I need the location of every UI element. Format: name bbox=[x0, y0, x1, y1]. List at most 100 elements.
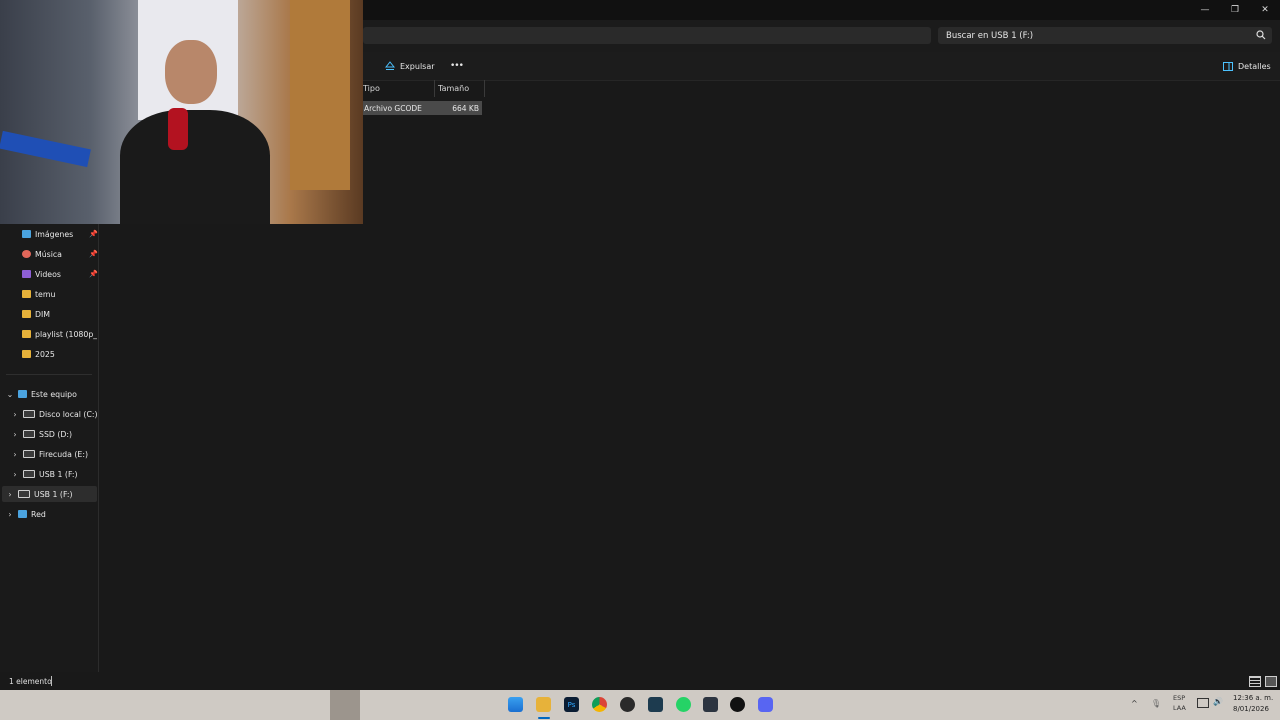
chevron-right-icon[interactable]: › bbox=[10, 410, 20, 419]
file-row[interactable]: Archivo GCODE 664 KB bbox=[363, 101, 482, 115]
chevron-right-icon[interactable]: › bbox=[10, 430, 20, 439]
chrome-icon[interactable] bbox=[592, 697, 607, 712]
eject-button[interactable]: Expulsar bbox=[385, 59, 435, 73]
sidebar-item-este-equipo[interactable]: ⌄ Este equipo bbox=[5, 386, 97, 402]
photoshop-icon[interactable]: Ps bbox=[564, 697, 579, 712]
restore-button[interactable]: ❐ bbox=[1220, 0, 1250, 20]
sidebar-item-label: Videos bbox=[35, 269, 61, 279]
file-explorer-icon[interactable] bbox=[536, 697, 551, 712]
item-count: 1 elemento bbox=[9, 677, 52, 686]
file-size: 664 KB bbox=[452, 104, 479, 113]
sidebar-item-temu[interactable]: temu bbox=[22, 286, 96, 302]
details-view-icon[interactable] bbox=[1249, 676, 1261, 687]
webcam-overlay bbox=[0, 0, 363, 224]
app-icon[interactable] bbox=[648, 697, 663, 712]
sidebar-item-label: Disco local (C:) bbox=[39, 409, 97, 419]
drive-icon bbox=[23, 410, 35, 418]
windows-start-icon[interactable] bbox=[508, 697, 523, 712]
close-button[interactable]: ✕ bbox=[1250, 0, 1280, 20]
app-icon[interactable] bbox=[730, 697, 745, 712]
sidebar-item-label: Imágenes bbox=[35, 229, 74, 239]
sidebar-item-imagenes[interactable]: Imágenes bbox=[22, 226, 96, 242]
door bbox=[290, 0, 350, 190]
pin-icon: 📌 bbox=[89, 250, 98, 258]
clock-date[interactable]: 8/01/2026 bbox=[1233, 705, 1269, 713]
sidebar-item-label: Firecuda (E:) bbox=[39, 449, 88, 459]
language-bottom[interactable]: LAA bbox=[1173, 704, 1186, 712]
network-status-icon[interactable] bbox=[1197, 698, 1209, 708]
column-divider[interactable] bbox=[484, 80, 485, 97]
active-app-indicator bbox=[538, 717, 550, 719]
sidebar-item-dim[interactable]: DIM bbox=[22, 306, 96, 322]
network-icon bbox=[18, 510, 27, 518]
sidebar-item-ssd-d[interactable]: › SSD (D:) bbox=[10, 426, 97, 442]
navigation-pane: Imágenes 📌 Música 📌 Videos 📌 temu DIM pl… bbox=[0, 224, 99, 672]
sidebar-item-usb-f-sub[interactable]: › USB 1 (F:) bbox=[10, 466, 97, 482]
sidebar-item-musica[interactable]: Música bbox=[22, 246, 96, 262]
sidebar-item-label: SSD (D:) bbox=[39, 429, 73, 439]
drive-icon bbox=[23, 450, 35, 458]
minimize-button[interactable]: — bbox=[1190, 0, 1220, 20]
sidebar-item-usb-f[interactable]: › USB 1 (F:) bbox=[2, 486, 97, 502]
chevron-down-icon[interactable]: ⌄ bbox=[5, 390, 15, 399]
sidebar-item-label: Este equipo bbox=[31, 389, 77, 399]
column-header-type[interactable]: Tipo bbox=[363, 80, 434, 97]
blue-light bbox=[0, 130, 91, 168]
drive-icon bbox=[23, 470, 35, 478]
sidebar-item-playlist[interactable]: playlist (1080p_aac bbox=[22, 326, 97, 342]
language-top[interactable]: ESP bbox=[1173, 694, 1185, 702]
sidebar-item-disco-c[interactable]: › Disco local (C:) bbox=[10, 406, 97, 422]
sidebar-item-label: USB 1 (F:) bbox=[39, 469, 78, 479]
microphone-icon[interactable]: 🎙 bbox=[1151, 699, 1161, 708]
microphone bbox=[168, 108, 188, 150]
more-icon: ••• bbox=[450, 61, 464, 71]
chevron-right-icon[interactable]: › bbox=[10, 450, 20, 459]
folder-icon bbox=[22, 350, 31, 358]
sidebar-item-2025[interactable]: 2025 bbox=[22, 346, 96, 362]
whatsapp-icon[interactable] bbox=[676, 697, 691, 712]
folder-icon bbox=[22, 290, 31, 298]
details-label: Detalles bbox=[1238, 61, 1271, 71]
drive-icon bbox=[23, 430, 35, 438]
status-bar: 1 elemento bbox=[0, 672, 1280, 690]
column-divider[interactable] bbox=[434, 80, 435, 97]
search-placeholder: Buscar en USB 1 (F:) bbox=[946, 31, 1034, 41]
eject-label: Expulsar bbox=[400, 61, 435, 71]
column-header-size[interactable]: Tamaño bbox=[438, 80, 484, 97]
close-icon: ✕ bbox=[1261, 5, 1269, 15]
details-button[interactable]: Detalles bbox=[1223, 59, 1271, 73]
minimize-icon: — bbox=[1200, 5, 1210, 15]
search-icon[interactable] bbox=[1256, 30, 1266, 40]
details-pane-icon bbox=[1223, 61, 1233, 71]
sidebar-item-firecuda-e[interactable]: › Firecuda (E:) bbox=[10, 446, 97, 462]
pin-icon: 📌 bbox=[89, 270, 98, 278]
usb-drive-icon bbox=[18, 490, 30, 498]
chevron-right-icon[interactable]: › bbox=[10, 470, 20, 479]
address-input[interactable] bbox=[363, 27, 931, 44]
discord-icon[interactable] bbox=[758, 697, 773, 712]
sidebar-item-label: temu bbox=[35, 289, 56, 299]
folder-icon bbox=[22, 330, 31, 338]
chevron-up-icon[interactable]: ^ bbox=[1131, 699, 1138, 708]
obs-icon[interactable] bbox=[620, 697, 635, 712]
sidebar-item-label: Música bbox=[35, 249, 62, 259]
person-head bbox=[165, 40, 217, 104]
sidebar-item-red[interactable]: › Red bbox=[5, 506, 97, 522]
volume-icon[interactable]: 🔊 bbox=[1213, 697, 1223, 706]
column-type-label: Tipo bbox=[363, 84, 380, 93]
more-options-button[interactable]: ••• bbox=[450, 59, 464, 73]
sidebar-item-label: playlist (1080p_aac bbox=[35, 329, 97, 339]
app-icon[interactable] bbox=[703, 697, 718, 712]
person-body bbox=[120, 110, 270, 224]
tiles-view-icon[interactable] bbox=[1265, 676, 1277, 687]
taskbar-blur-dark bbox=[330, 690, 360, 720]
chevron-right-icon[interactable]: › bbox=[5, 490, 15, 499]
pictures-icon bbox=[22, 230, 31, 238]
sidebar-item-videos[interactable]: Videos bbox=[22, 266, 96, 282]
search-input[interactable]: Buscar en USB 1 (F:) bbox=[938, 27, 1272, 44]
sidebar-divider bbox=[6, 374, 92, 375]
chevron-right-icon[interactable]: › bbox=[5, 510, 15, 519]
sidebar-item-label: USB 1 (F:) bbox=[34, 489, 73, 499]
command-bar: Expulsar ••• Detalles bbox=[363, 52, 1280, 81]
clock-time[interactable]: 12:36 a. m. bbox=[1233, 694, 1273, 702]
